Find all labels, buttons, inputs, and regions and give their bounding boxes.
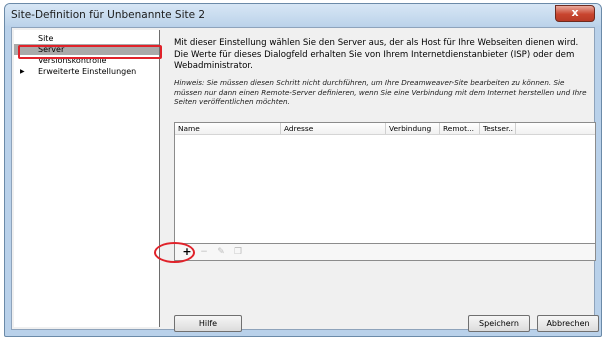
server-panel: Mit dieser Einstellung wählen Sie den Se… <box>168 28 599 332</box>
close-button[interactable]: x <box>555 5 595 22</box>
expand-arrow-icon[interactable]: ▶ <box>20 66 25 77</box>
site-definition-dialog: Site-Definition für Unbenannte Site 2 x … <box>4 3 602 337</box>
remove-server-button[interactable]: − <box>198 246 210 258</box>
column-header-name[interactable]: Name <box>175 123 281 134</box>
duplicate-icon: ❐ <box>233 247 243 257</box>
sidebar-item-erweiterte-einstellungen[interactable]: ▶ Erweiterte Einstellungen <box>14 66 159 77</box>
sidebar-item-label: Site <box>38 34 54 43</box>
column-header-adresse[interactable]: Adresse <box>281 123 386 134</box>
sidebar-item-label: Erweiterte Einstellungen <box>38 67 137 76</box>
table-header: Name Adresse Verbindung Remot... Testser… <box>175 123 595 135</box>
sidebar-item-server[interactable]: Server <box>14 44 159 55</box>
column-header-testserver[interactable]: Testser.. <box>480 123 516 134</box>
close-icon: x <box>571 6 579 19</box>
sidebar-item-label: Server <box>38 45 65 54</box>
plus-icon: + <box>182 245 192 258</box>
sidebar-item-versionskontrolle[interactable]: Versionskontrolle <box>14 55 159 66</box>
dialog-body: Site Server Versionskontrolle ▶ Erweiter… <box>11 27 599 332</box>
server-toolbar: + − ✎ ❐ <box>174 244 596 261</box>
help-button[interactable]: Hilfe <box>174 315 242 332</box>
column-header-verbindung[interactable]: Verbindung <box>386 123 440 134</box>
sidebar-item-label: Versionskontrolle <box>38 56 107 65</box>
edit-server-button[interactable]: ✎ <box>215 246 227 258</box>
column-header-remote[interactable]: Remot... <box>440 123 480 134</box>
sidebar-item-site[interactable]: Site <box>14 33 159 44</box>
cancel-button[interactable]: Abbrechen <box>537 315 599 332</box>
minus-icon: − <box>200 247 208 257</box>
category-list: Site Server Versionskontrolle ▶ Erweiter… <box>14 30 162 327</box>
duplicate-server-button[interactable]: ❐ <box>232 246 244 258</box>
server-description: Mit dieser Einstellung wählen Sie den Se… <box>174 38 579 71</box>
window-title: Site-Definition für Unbenannte Site 2 <box>11 9 206 21</box>
save-button[interactable]: Speichern <box>468 315 530 332</box>
title-bar[interactable]: Site-Definition für Unbenannte Site 2 x <box>5 4 601 26</box>
add-server-button[interactable]: + <box>181 246 193 258</box>
pencil-icon: ✎ <box>217 247 225 257</box>
server-table[interactable]: Name Adresse Verbindung Remot... Testser… <box>174 122 596 244</box>
server-hint: Hinweis: Sie müssen diesen Schritt nicht… <box>174 78 587 106</box>
